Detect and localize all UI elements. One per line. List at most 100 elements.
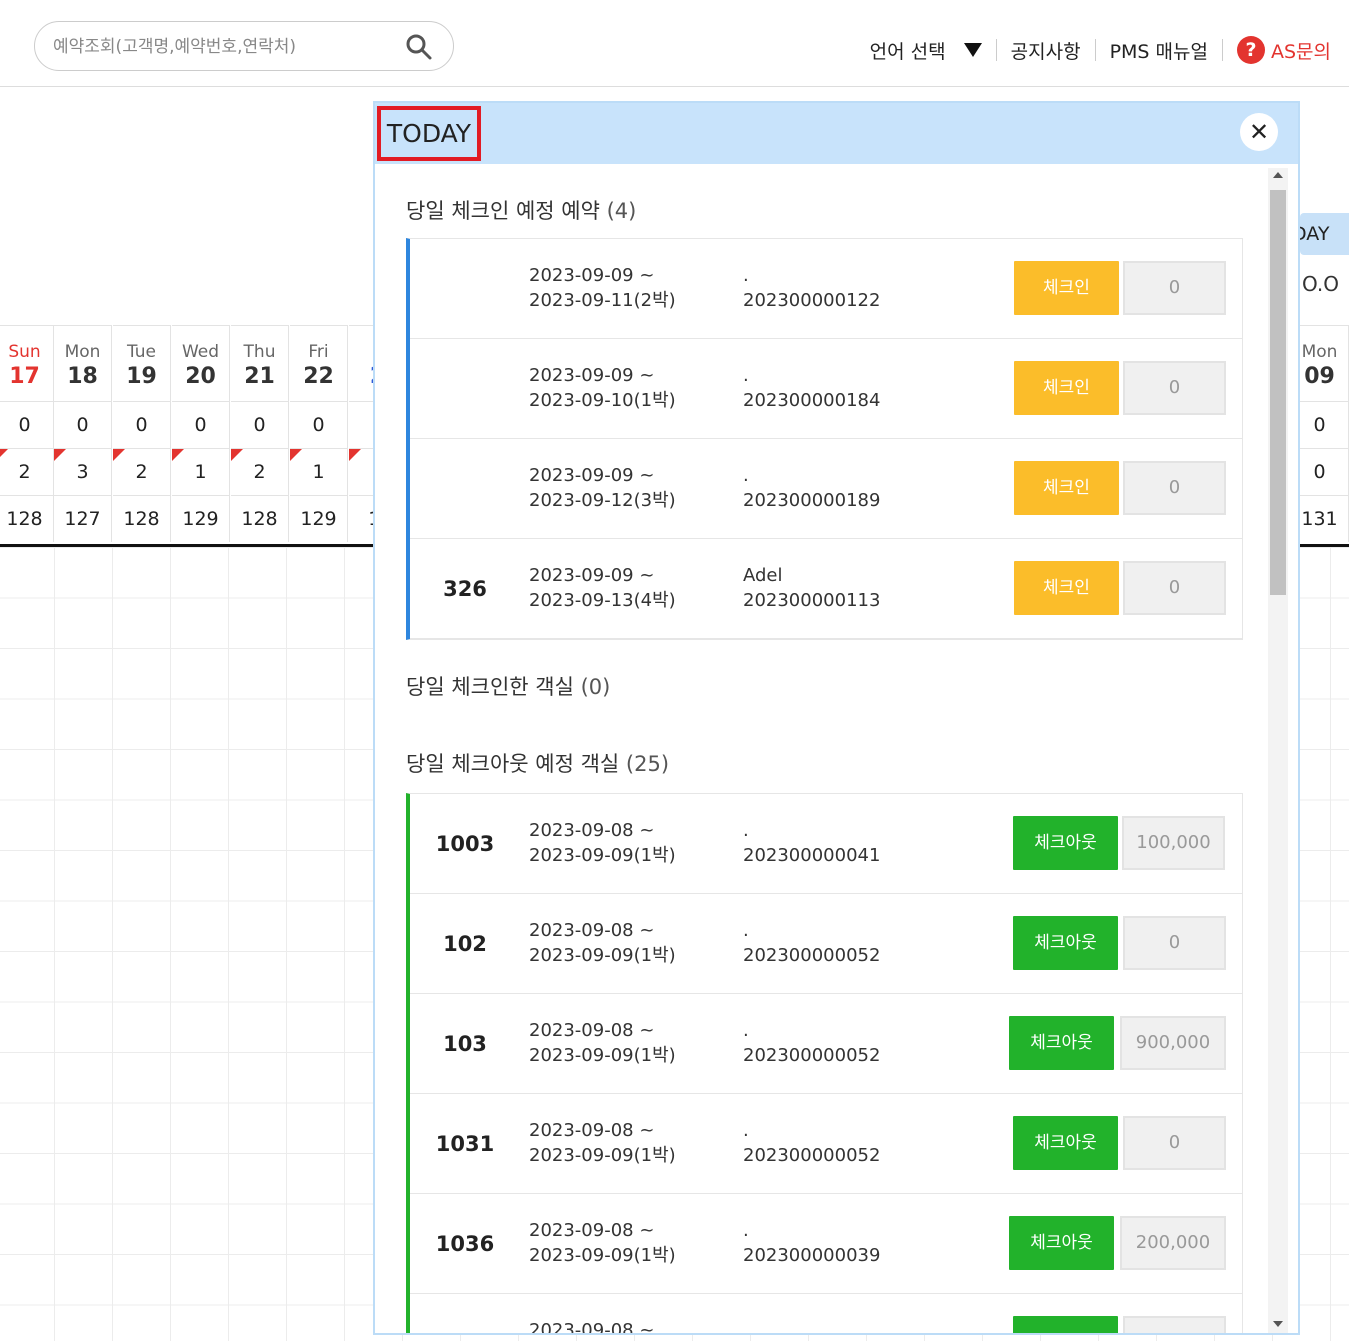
calendar-cell[interactable]: 0 [113, 401, 171, 448]
cell-value: 1 [194, 461, 207, 483]
search-input[interactable] [51, 32, 395, 62]
section-count: (0) [580, 675, 611, 699]
checkin-button[interactable]: 체크인 [1014, 361, 1119, 415]
list-item[interactable]: 102 2023-09-08 ~ 2023-09-09(1박) . 202300… [410, 894, 1242, 994]
calendar-cell[interactable]: 2 [0, 448, 54, 495]
room-number: 326 [443, 577, 487, 601]
stay-dates: 2023-09-09 ~ 2023-09-12(3박) [529, 463, 676, 513]
date-start: 2023-09-09 ~ [529, 265, 655, 286]
modal-header: TODAY ✕ [375, 103, 1298, 164]
guest-info: . 202300000052 [743, 918, 880, 968]
amount-field[interactable]: 200,000 [1120, 1216, 1226, 1270]
calendar-cell[interactable]: 128 [0, 495, 54, 542]
date-end: 2023-09-13(4박) [529, 590, 676, 611]
pms-manual-link[interactable]: PMS 매뉴얼 [1110, 37, 1208, 64]
calendar-cell[interactable]: 1 [172, 448, 230, 495]
language-select[interactable]: 언어 선택 [870, 37, 982, 64]
calendar-cell[interactable]: 3 [54, 448, 112, 495]
room-number: 1031 [435, 1132, 495, 1156]
amount-field[interactable] [1123, 1316, 1226, 1333]
search-box[interactable] [34, 21, 454, 71]
amount-field[interactable]: 900,000 [1120, 1016, 1226, 1070]
calendar-cell[interactable]: 127 [54, 495, 112, 542]
guest-name: . [743, 1020, 749, 1041]
checkin-button[interactable]: 체크인 [1014, 261, 1119, 315]
guest-name: . [743, 920, 749, 941]
day-name: Fri [308, 342, 329, 362]
date-start: 2023-09-08 ~ [529, 1320, 655, 1335]
list-item[interactable]: 326 2023-09-09 ~ 2023-09-13(4박) Adel 202… [410, 539, 1242, 639]
date-start: 2023-09-08 ~ [529, 1120, 655, 1141]
calendar-cell[interactable]: 129 [172, 495, 230, 542]
amount-field[interactable]: 0 [1123, 461, 1226, 515]
calendar-cell[interactable]: 2 [113, 448, 171, 495]
scroll-up-icon[interactable] [1273, 172, 1283, 178]
calendar-cell[interactable]: 0 [172, 401, 230, 448]
list-item[interactable]: 2023-09-09 ~ 2023-09-12(3박) . 2023000001… [410, 439, 1242, 539]
calendar-cell[interactable]: 2 [231, 448, 289, 495]
cell-value: 3 [76, 461, 89, 483]
today-modal: TODAY ✕ 당일 체크인 예정 예약 (4) 2023-09-09 ~ 20… [373, 101, 1300, 1335]
amount-field[interactable]: 100,000 [1122, 816, 1225, 870]
close-button[interactable]: ✕ [1240, 113, 1278, 151]
checkin-button[interactable]: 체크인 [1014, 561, 1119, 615]
reservation-number: 202300000184 [743, 390, 881, 411]
list-item[interactable]: 1031 2023-09-08 ~ 2023-09-09(1박) . 20230… [410, 1094, 1242, 1194]
calendar-day-header[interactable]: Fri 22 [290, 325, 348, 401]
guest-info: . 202300000189 [743, 463, 880, 513]
calendar-cell[interactable]: 128 [113, 495, 171, 542]
list-item[interactable]: 2023-09-09 ~ 2023-09-11(2박) . 2023000001… [410, 239, 1242, 339]
language-select-label: 언어 선택 [869, 40, 946, 63]
stay-dates: 2023-09-08 ~ 2023-09-09(1박) [529, 918, 676, 968]
date-start: 2023-09-08 ~ [529, 820, 655, 841]
amount-field[interactable]: 0 [1123, 1116, 1226, 1170]
search-icon[interactable] [405, 33, 433, 61]
checkout-button[interactable]: 체크아웃 [1013, 916, 1118, 970]
calendar-cell[interactable]: 128 [231, 495, 289, 542]
calendar-cell[interactable]: 1 [290, 448, 348, 495]
calendar-day-header[interactable]: Sun 17 [0, 325, 54, 401]
calendar-cell[interactable]: 129 [290, 495, 348, 542]
amount-field[interactable]: 0 [1123, 561, 1226, 615]
amount-field[interactable]: 0 [1123, 261, 1226, 315]
as-inquiry-link[interactable]: ? AS문의 [1236, 36, 1331, 64]
checkout-button[interactable]: 체크아웃 [1009, 1216, 1114, 1270]
list-item[interactable]: 1036 2023-09-08 ~ 2023-09-09(1박) . 20230… [410, 1194, 1242, 1294]
scrollbar-thumb[interactable] [1270, 190, 1286, 595]
guest-info: . 202300000122 [743, 263, 880, 313]
amount-field[interactable]: 0 [1123, 361, 1226, 415]
day-name: Thu [243, 342, 276, 362]
calendar-day-header[interactable]: Thu 21 [231, 325, 289, 401]
room-number [410, 439, 520, 539]
amount-field[interactable]: 0 [1123, 916, 1226, 970]
list-item[interactable]: 2023-09-09 ~ 2023-09-10(1박) . 2023000001… [410, 339, 1242, 439]
checkin-button[interactable]: 체크인 [1014, 461, 1119, 515]
calendar-day-header[interactable]: Mon 18 [54, 325, 112, 401]
section-title-checked-in: 당일 체크인한 객실 (0) [406, 669, 1244, 705]
modal-scrollbar[interactable] [1268, 168, 1288, 1333]
calendar-day-header[interactable]: Wed 20 [172, 325, 230, 401]
day-date: 17 [9, 364, 40, 389]
date-start: 2023-09-08 ~ [529, 1020, 655, 1041]
reservation-number: 202300000052 [743, 1145, 881, 1166]
checkout-button[interactable]: 체크아웃 [1013, 816, 1118, 870]
date-start: 2023-09-09 ~ [529, 465, 655, 486]
nav-divider [995, 39, 997, 61]
list-item[interactable]: 103 2023-09-08 ~ 2023-09-09(1박) . 202300… [410, 994, 1242, 1094]
calendar-cell[interactable]: 0 [0, 401, 54, 448]
calendar-cell[interactable]: 0 [290, 401, 348, 448]
section-title-text: 당일 체크인한 객실 [406, 675, 574, 699]
calendar-cell[interactable]: 0 [231, 401, 289, 448]
list-item[interactable]: 2023-09-08 ~ [410, 1294, 1242, 1335]
list-item[interactable]: 1003 2023-09-08 ~ 2023-09-09(1박) . 20230… [410, 794, 1242, 894]
date-end: 2023-09-09(1박) [529, 945, 676, 966]
scroll-down-icon[interactable] [1273, 1321, 1283, 1327]
checkout-button[interactable]: 체크아웃 [1009, 1016, 1114, 1070]
calendar-cell[interactable]: 0 [54, 401, 112, 448]
calendar-day-header[interactable]: Tue 19 [113, 325, 171, 401]
reservation-number: 202300000052 [743, 1045, 881, 1066]
today-tab-fragment[interactable]: DAY [1300, 213, 1349, 255]
checkout-button[interactable]: 체크아웃 [1013, 1116, 1118, 1170]
checkout-button[interactable] [1013, 1316, 1118, 1333]
notice-link[interactable]: 공지사항 [1011, 37, 1081, 64]
